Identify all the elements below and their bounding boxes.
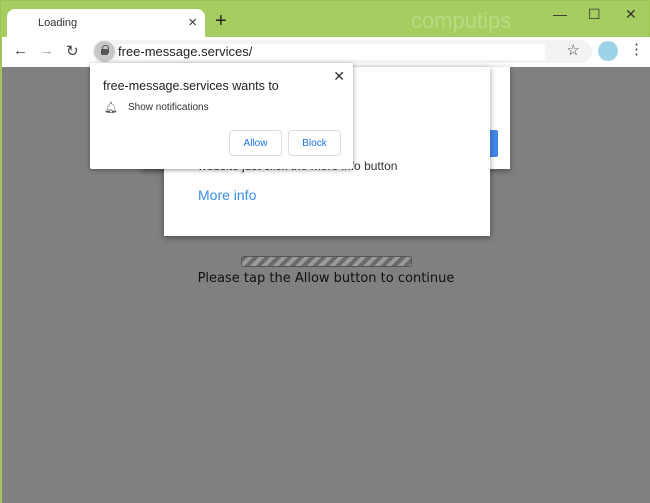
- browser-window: Loading × + computips — ☐ ✕ ← → ↻ free-m…: [0, 0, 650, 503]
- watermark: computips: [411, 8, 512, 33]
- address-bar[interactable]: free-message.services/ ☆: [92, 40, 592, 63]
- minimize-icon[interactable]: —: [553, 6, 567, 22]
- block-button[interactable]: Block: [288, 130, 341, 156]
- close-icon[interactable]: ✕: [333, 68, 345, 85]
- tab-title: Loading: [38, 17, 78, 29]
- bell-icon: 🔔︎: [104, 102, 118, 114]
- progress-label: Please tap the Allow button to continue: [197, 271, 455, 286]
- notification-permission-popup: free-message.services wants to ✕ 🔔︎ Show…: [90, 63, 353, 169]
- reload-icon[interactable]: ↻: [66, 42, 79, 60]
- bookmark-star-icon[interactable]: ☆: [567, 41, 580, 59]
- forward-icon[interactable]: →: [39, 42, 54, 59]
- progress-bar: [241, 256, 412, 267]
- url-text[interactable]: free-message.services/: [118, 44, 545, 60]
- tab-loading[interactable]: Loading ×: [7, 9, 205, 39]
- back-icon[interactable]: ←: [13, 42, 28, 59]
- maximize-icon[interactable]: ☐: [588, 6, 601, 23]
- permission-item: Show notifications: [128, 102, 209, 113]
- permission-title: free-message.services wants to: [103, 79, 279, 93]
- menu-icon[interactable]: ⋮: [629, 40, 644, 58]
- close-window-icon[interactable]: ✕: [625, 6, 637, 23]
- tab-close-icon[interactable]: ×: [188, 14, 197, 31]
- new-tab-icon[interactable]: +: [215, 10, 227, 33]
- allow-button[interactable]: Allow: [229, 130, 282, 156]
- avatar[interactable]: [598, 41, 618, 61]
- more-info-link[interactable]: More info: [198, 187, 256, 203]
- lock-icon[interactable]: [94, 41, 115, 62]
